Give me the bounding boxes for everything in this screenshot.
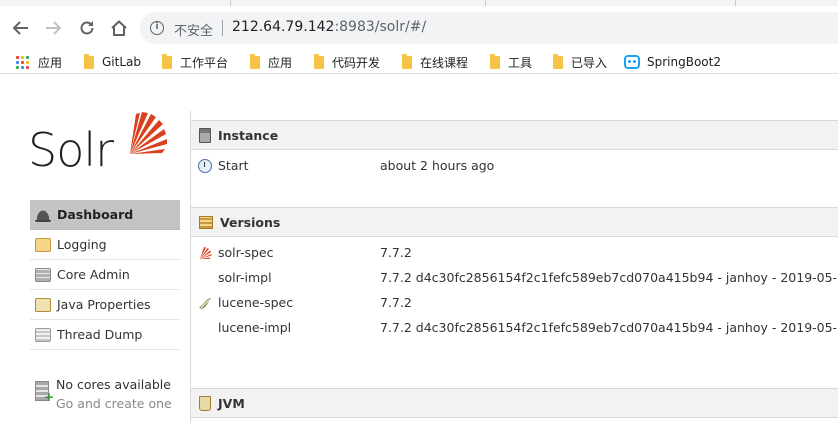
forward-button[interactable]: [40, 15, 66, 41]
bookmark-gitlab[interactable]: GitLab: [84, 53, 141, 70]
add-core-icon: [35, 381, 54, 404]
back-button[interactable]: [8, 15, 34, 41]
java-cup-icon: [199, 395, 211, 411]
row-value: 7.7.2 d4c30fc2856154f2c1fefc589eb7cd070a…: [380, 270, 838, 285]
main-menu: Dashboard Logging Core Admin Java Proper…: [30, 200, 180, 350]
row-value: 7.7.2: [380, 295, 412, 310]
info-icon[interactable]: i: [150, 21, 164, 35]
logo-wordmark: Solr: [28, 123, 114, 177]
versions-section: Versions solr-spec 7.7.2 solr-impl 7.7.2…: [191, 207, 838, 340]
instance-row-start: Start about 2 hours ago: [191, 153, 838, 178]
dashboard-content: Instance Start about 2 hours ago Version…: [190, 111, 838, 424]
menu-item-label: Thread Dump: [57, 327, 143, 342]
server-icon: [199, 127, 211, 143]
create-core-link[interactable]: Go and create one: [56, 396, 172, 411]
version-row-solr-spec: solr-spec 7.7.2: [191, 240, 838, 265]
bookmark-label: 工作平台: [180, 55, 229, 70]
folder-icon: [553, 53, 563, 69]
bookmark-label: 应用: [268, 55, 293, 70]
address-bar[interactable]: i 不安全 212.64.79.142:8983/solr/#/: [140, 12, 838, 44]
versions-icon: [199, 215, 213, 229]
apps-grid-icon: [16, 55, 29, 69]
menu-item-label: Java Properties: [57, 297, 151, 312]
url-text[interactable]: 212.64.79.142:8983/solr/#/: [232, 19, 426, 35]
version-row-lucene-impl: lucene-impl 7.7.2 d4c30fc2856154f2c1fefc…: [191, 315, 838, 340]
row-key: lucene-spec: [218, 295, 294, 310]
bookmark-label: 工具: [508, 55, 533, 70]
folder-icon: [402, 53, 412, 69]
logging-icon: [35, 237, 51, 252]
section-title: JVM: [218, 395, 245, 411]
bookmark-label: 应用: [38, 55, 63, 70]
jvm-header: JVM: [191, 388, 838, 418]
section-title: Versions: [220, 214, 281, 230]
jvm-section: JVM: [191, 388, 838, 418]
folder-icon: [490, 53, 500, 69]
home-button[interactable]: [106, 15, 132, 41]
clock-icon: [198, 159, 212, 173]
instance-header: Instance: [191, 120, 838, 150]
bookmark-apps-folder[interactable]: 应用: [250, 53, 293, 70]
bilibili-tv-icon: [624, 55, 640, 69]
url-path: :8983/solr/#/: [334, 19, 427, 35]
folder-icon: [162, 53, 172, 69]
version-row-solr-impl: solr-impl 7.7.2 d4c30fc2856154f2c1fefc58…: [191, 265, 838, 290]
java-properties-icon: [35, 297, 51, 312]
folder-icon: [314, 53, 324, 69]
bookmark-work-platform[interactable]: 工作平台: [162, 53, 229, 70]
menu-item-core-admin[interactable]: Core Admin: [30, 260, 180, 290]
menu-item-dashboard[interactable]: Dashboard: [30, 200, 180, 230]
menu-item-label: Dashboard: [57, 207, 134, 222]
row-key: lucene-impl: [218, 320, 292, 335]
bookmark-tools[interactable]: 工具: [490, 53, 533, 70]
url-host: 212.64.79.142: [232, 19, 335, 35]
core-admin-icon: [35, 267, 51, 282]
bookmark-code-dev[interactable]: 代码开发: [314, 53, 381, 70]
lucene-icon: [199, 298, 211, 309]
solr-sun-icon: [130, 112, 167, 154]
menu-item-java-properties[interactable]: Java Properties: [30, 290, 180, 320]
row-value: 7.7.2 d4c30fc2856154f2c1fefc589eb7cd070a…: [380, 320, 838, 335]
version-row-lucene-spec: lucene-spec 7.7.2: [191, 290, 838, 315]
bookmark-apps[interactable]: 应用: [16, 54, 62, 70]
address-separator: [222, 20, 223, 36]
thread-dump-icon: [35, 327, 51, 342]
row-key: Start: [218, 158, 249, 173]
row-value: about 2 hours ago: [380, 158, 495, 173]
row-value: 7.7.2: [380, 245, 412, 260]
bookmark-label: SpringBoot2: [647, 55, 721, 69]
menu-item-thread-dump[interactable]: Thread Dump: [30, 320, 180, 350]
security-label[interactable]: 不安全: [174, 20, 213, 39]
browser-toolbar: i 不安全 212.64.79.142:8983/solr/#/: [0, 6, 838, 50]
reload-button[interactable]: [74, 15, 100, 41]
menu-item-logging[interactable]: Logging: [30, 230, 180, 260]
bookmark-online-courses[interactable]: 在线课程: [402, 53, 469, 70]
reload-icon: [80, 21, 94, 35]
dashboard-icon: [35, 207, 51, 222]
menu-item-label: Logging: [57, 237, 107, 252]
home-icon: [111, 20, 127, 36]
instance-section: Instance Start about 2 hours ago: [191, 120, 838, 178]
menu-item-label: Core Admin: [57, 267, 130, 282]
forward-arrow-icon: [46, 21, 62, 35]
bookmark-label: 已导入: [571, 55, 608, 70]
no-cores-title: No cores available: [56, 377, 171, 392]
bookmark-label: 代码开发: [332, 55, 381, 70]
section-title: Instance: [218, 127, 279, 143]
solr-logo[interactable]: Solr: [28, 110, 168, 180]
back-arrow-icon: [12, 21, 28, 35]
versions-header: Versions: [191, 207, 838, 237]
bookmark-label: GitLab: [102, 55, 141, 69]
row-key: solr-spec: [218, 245, 274, 260]
solr-icon: [200, 247, 212, 259]
bookmark-springboot2[interactable]: SpringBoot2: [624, 54, 721, 70]
row-key: solr-impl: [218, 270, 272, 285]
folder-icon: [250, 53, 260, 69]
bookmark-imported[interactable]: 已导入: [553, 53, 608, 70]
bookmark-label: 在线课程: [420, 55, 469, 70]
bookmarks-bar: 应用 GitLab 工作平台 应用 代码开发 在线课程 工具 已导入 Sprin…: [0, 50, 838, 74]
folder-icon: [84, 53, 94, 69]
